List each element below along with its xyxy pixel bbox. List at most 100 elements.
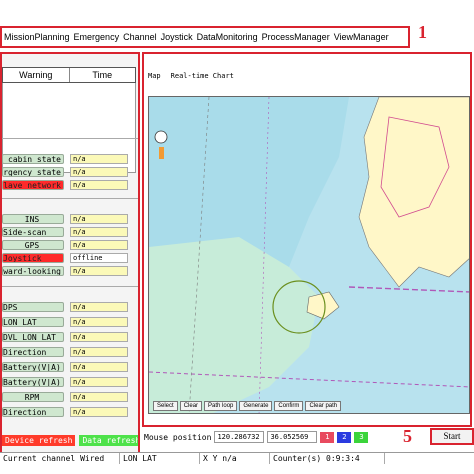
- nav-label: LON LAT: [2, 316, 64, 327]
- xy-value: n/a: [222, 454, 237, 463]
- map-controls: Select Clear Path loop Generate Confirm …: [153, 401, 342, 411]
- tab-real-time-chart[interactable]: Real-time Chart: [171, 72, 234, 80]
- nav-value: n/a: [70, 361, 128, 372]
- status-row: Slave network n/a: [2, 179, 128, 190]
- lonlat-status: LON LAT: [120, 453, 200, 464]
- nav-value: n/a: [70, 331, 128, 342]
- nav-row: Direction n/a: [2, 346, 128, 357]
- xy-label: X Y: [203, 454, 218, 463]
- nav-label: DVL LON LAT: [2, 331, 64, 342]
- status-row: Emergency state n/a: [2, 166, 128, 177]
- navigation-group: DPS n/a LON LAT n/a DVL LON LAT n/a Dire…: [2, 286, 138, 436]
- menu-channel[interactable]: Channel: [123, 32, 161, 42]
- mouse-position-bar: Mouse position 120.286732 36.052569 1 2 …: [144, 430, 474, 444]
- mouse-lat-field: 36.052569: [267, 431, 318, 443]
- tab-map[interactable]: Map: [148, 72, 161, 80]
- sensor-row: GPS n/a: [2, 239, 128, 250]
- sensor-row: INS n/a: [2, 213, 128, 224]
- nav-label: RPM: [2, 391, 64, 402]
- chip-2[interactable]: 2: [337, 431, 352, 443]
- nav-label: DPS: [2, 301, 64, 312]
- generate-button[interactable]: Generate: [239, 401, 273, 411]
- clear-path-button[interactable]: Clear path: [305, 401, 342, 411]
- nav-row: DVL LON LAT n/a: [2, 331, 128, 342]
- nav-value: n/a: [70, 346, 128, 357]
- sensor-group: INS n/a Side-scan n/a GPS n/a Joystick o…: [2, 198, 138, 286]
- sensor-value: n/a: [70, 213, 128, 224]
- menu-process-manager[interactable]: ProcessManager: [262, 32, 334, 42]
- path-loop-button[interactable]: Path loop: [204, 401, 238, 411]
- nautical-chart-map[interactable]: Select Clear Path loop Generate Confirm …: [148, 96, 470, 414]
- lonlat-label: LON LAT: [123, 454, 157, 463]
- map-panel: Map Real-time Chart Select Clear Path lo…: [142, 52, 472, 427]
- mouse-lon-field: 120.286732: [214, 431, 265, 443]
- sensor-value: n/a: [70, 239, 128, 250]
- time-column-header[interactable]: Time: [70, 68, 136, 82]
- channel-label: Current channel: [3, 454, 76, 463]
- compass-icon[interactable]: [154, 130, 168, 144]
- status-value: n/a: [70, 153, 128, 164]
- menu-joystick[interactable]: Joystick: [161, 32, 197, 42]
- sensor-value: offline: [70, 252, 128, 263]
- sensor-label: Forward-looking: [2, 265, 64, 276]
- sensor-label: INS: [2, 213, 64, 224]
- status-bar: Current channel Wired LON LAT X Y n/a Co…: [0, 452, 474, 464]
- menu-data-monitoring[interactable]: DataMonitoring: [197, 32, 262, 42]
- nav-label: Battery(V|A): [2, 376, 64, 387]
- status-label: Leak cabin state: [2, 153, 64, 164]
- nav-row: DPS n/a: [2, 301, 128, 312]
- counter-status: Counter(s) 0:9:3:4: [270, 453, 385, 464]
- status-value: n/a: [70, 166, 128, 177]
- status-group: Leak cabin state n/a Emergency state n/a…: [2, 138, 138, 198]
- device-refresh-button[interactable]: Device refresh: [2, 435, 76, 446]
- warning-column-header[interactable]: Warning: [3, 68, 70, 82]
- select-button[interactable]: Select: [153, 401, 178, 411]
- menu-emergency[interactable]: Emergency: [74, 32, 124, 42]
- map-tabs: Map Real-time Chart: [148, 72, 234, 80]
- mouse-position-label: Mouse position: [144, 432, 212, 442]
- chip-3[interactable]: 3: [354, 431, 369, 443]
- chip-1[interactable]: 1: [320, 431, 335, 443]
- sensor-value: n/a: [70, 265, 128, 276]
- confirm-button[interactable]: Confirm: [274, 401, 304, 411]
- nav-row: Battery(V|A) n/a: [2, 376, 128, 387]
- nav-label: Direction: [2, 346, 64, 357]
- sensor-value: n/a: [70, 226, 128, 237]
- status-value: n/a: [70, 179, 128, 190]
- menu-view-manager[interactable]: ViewManager: [334, 32, 393, 42]
- nav-label: Direction: [2, 406, 64, 417]
- sensor-row: Side-scan n/a: [2, 226, 128, 237]
- warning-table-header: Warning Time: [2, 67, 136, 83]
- nav-value: n/a: [70, 406, 128, 417]
- sensor-row: Joystick offline: [2, 252, 128, 263]
- nav-value: n/a: [70, 391, 128, 402]
- channel-value: Wired: [80, 454, 105, 463]
- status-panel: Warning Time Leak cabin state n/a Emerge…: [0, 52, 140, 462]
- sensor-row: Forward-looking n/a: [2, 265, 128, 276]
- sensor-label: Side-scan: [2, 226, 64, 237]
- counter-label: Counter(s): [273, 454, 322, 463]
- chart-graphic: [149, 97, 469, 413]
- counter-value: 0:9:3:4: [326, 454, 360, 463]
- status-label: Emergency state: [2, 166, 64, 177]
- zoom-person-icon[interactable]: [159, 147, 164, 159]
- nav-row: Direction n/a: [2, 406, 128, 417]
- nav-row: RPM n/a: [2, 391, 128, 402]
- menu-bar: MissionPlanning Emergency Channel Joysti…: [0, 26, 410, 48]
- sensor-label-alarm: Joystick: [2, 252, 64, 263]
- nav-value: n/a: [70, 301, 128, 312]
- nav-value: n/a: [70, 316, 128, 327]
- start-button[interactable]: Start: [430, 428, 474, 445]
- status-label-alarm: Slave network: [2, 179, 64, 190]
- callout-1: 1: [418, 22, 427, 42]
- menu-mission-planning[interactable]: MissionPlanning: [4, 32, 74, 42]
- channel-status: Current channel Wired: [0, 453, 120, 464]
- nav-value: n/a: [70, 376, 128, 387]
- nav-row: LON LAT n/a: [2, 316, 128, 327]
- status-row: Leak cabin state n/a: [2, 153, 128, 164]
- clear-button[interactable]: Clear: [179, 401, 203, 411]
- xy-status: X Y n/a: [200, 453, 270, 464]
- nav-row: Battery(V|A) n/a: [2, 361, 128, 372]
- data-refresh-button[interactable]: Data refresh: [79, 435, 138, 446]
- nav-label: Battery(V|A): [2, 361, 64, 372]
